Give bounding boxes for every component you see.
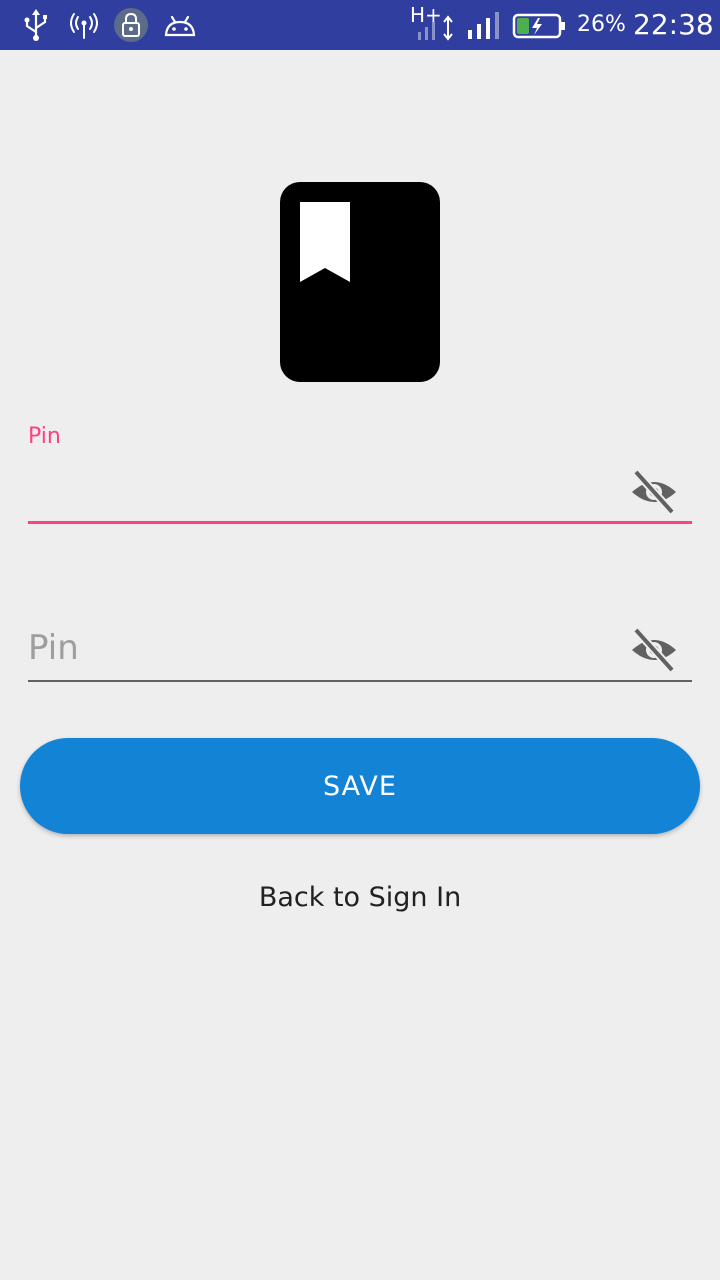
confirm-pin-placeholder: Pin [28, 628, 79, 668]
vpn-lock-icon [114, 8, 148, 42]
save-button[interactable]: SAVE [20, 738, 700, 834]
battery-charging-icon [512, 13, 565, 39]
confirm-pin-underline [28, 680, 692, 682]
visibility-off-icon [632, 469, 676, 515]
pin-field-underline [28, 521, 692, 524]
network-activity-icon [418, 15, 453, 41]
pin-field[interactable]: Pin [28, 420, 692, 530]
back-to-sign-in-link[interactable]: Back to Sign In [0, 882, 720, 913]
confirm-pin-visibility-toggle[interactable] [630, 626, 678, 674]
bookmark-book-icon [280, 182, 440, 382]
status-bar: H+ 26% 22:38 [0, 0, 720, 50]
visibility-off-icon [632, 627, 676, 673]
battery-percent: 26% [577, 12, 626, 37]
pin-visibility-toggle[interactable] [630, 468, 678, 516]
confirm-pin-field[interactable]: Pin [28, 620, 692, 684]
hotspot-icon [70, 13, 98, 39]
usb-icon [24, 9, 47, 41]
pin-field-label: Pin [28, 424, 61, 449]
android-debug-icon [164, 15, 196, 37]
signal-strength-icon [468, 12, 499, 39]
clock: 22:38 [633, 8, 714, 41]
